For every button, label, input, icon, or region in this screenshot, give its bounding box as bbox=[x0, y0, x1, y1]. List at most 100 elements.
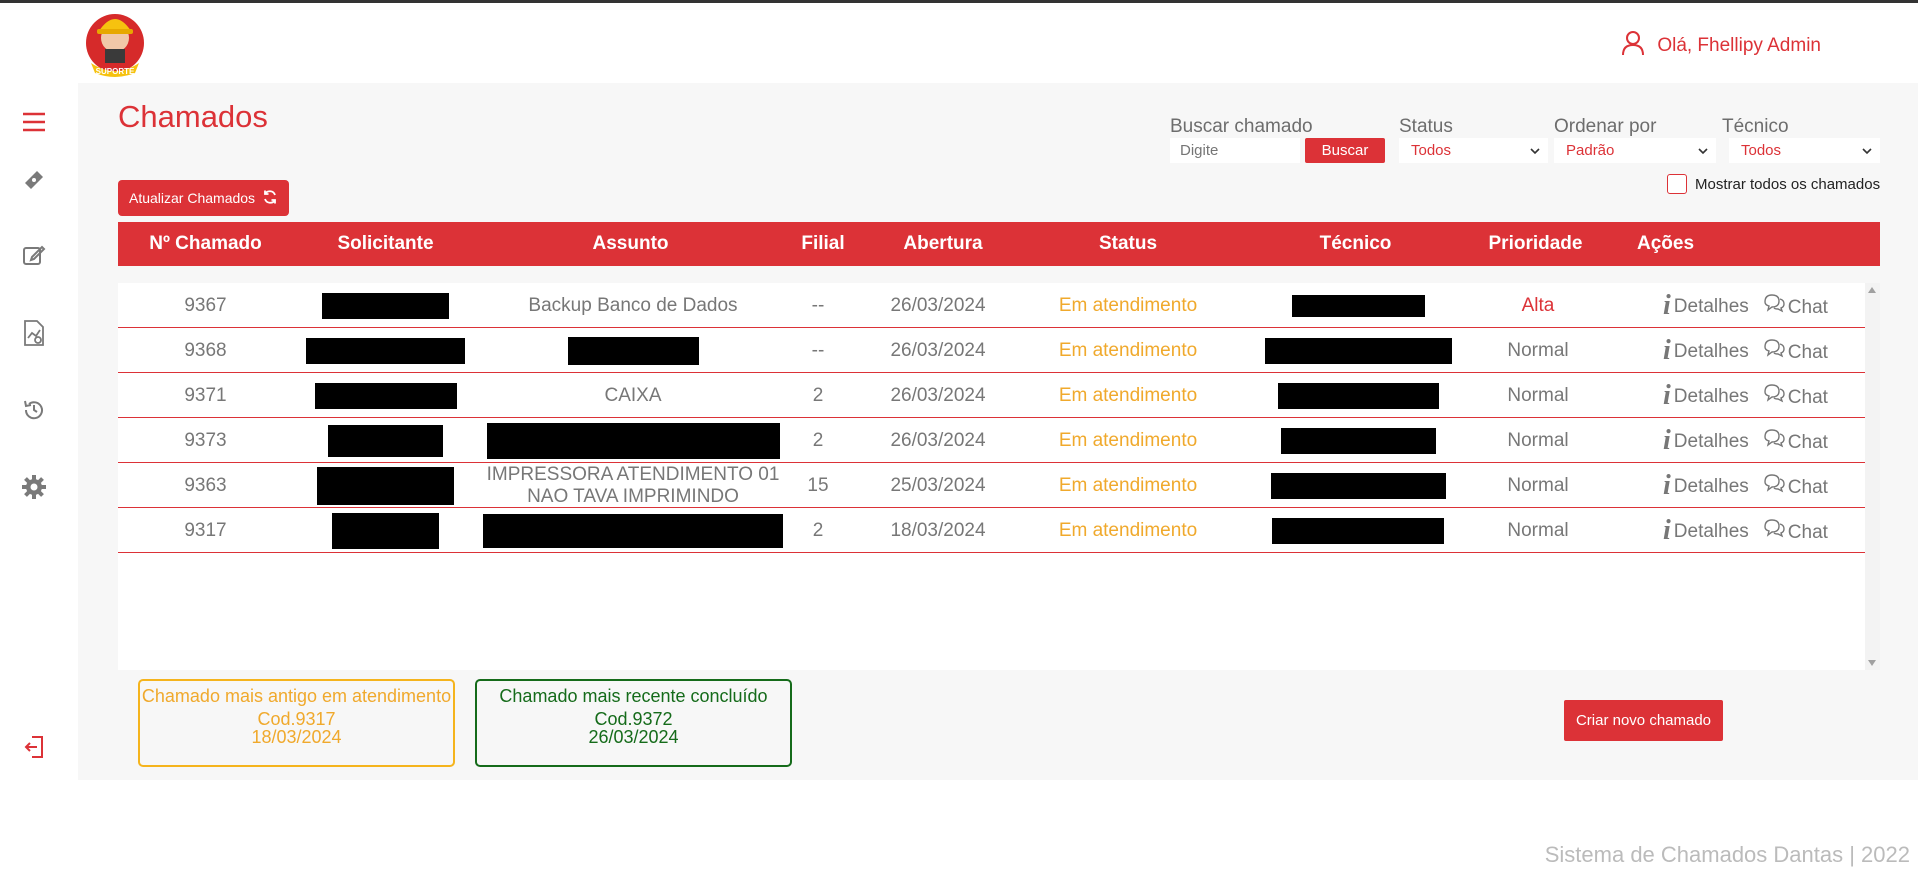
details-button[interactable]: i Detalhes bbox=[1663, 424, 1749, 456]
show-all-toggle[interactable]: Mostrar todos os chamados bbox=[1667, 174, 1880, 194]
row-actions: i Detalhes Chat bbox=[1663, 328, 1828, 373]
table-row[interactable]: 9317 2 18/03/2024 Em atendimento Normal … bbox=[118, 508, 1865, 553]
col-header-subject[interactable]: Assunto bbox=[478, 222, 783, 266]
table-row[interactable]: 9371 CAIXA 2 26/03/2024 Em atendimento N… bbox=[118, 373, 1865, 418]
ticket-status: Em atendimento bbox=[1058, 339, 1198, 361]
user-greeting[interactable]: Olá, Fhellipy Admin bbox=[1621, 30, 1821, 62]
chat-button[interactable]: Chat bbox=[1763, 518, 1828, 544]
recent-card-date: 26/03/2024 bbox=[588, 727, 679, 747]
ticket-subject: Backup Banco de Dados bbox=[528, 294, 738, 316]
oldest-card-date: 18/03/2024 bbox=[251, 727, 342, 747]
details-button[interactable]: i Detalhes bbox=[1663, 334, 1749, 366]
ticket-subject: IMPRESSORA ATENDIMENTO 01 NAO TAVA IMPRI… bbox=[486, 463, 780, 507]
ticket-id: 9371 bbox=[184, 384, 227, 406]
search-input[interactable] bbox=[1170, 138, 1300, 163]
info-icon: i bbox=[1663, 289, 1671, 321]
table-row[interactable]: 9373 2 26/03/2024 Em atendimento Normal … bbox=[118, 418, 1865, 463]
col-header-id[interactable]: Nº Chamado bbox=[118, 222, 293, 266]
row-actions: i Detalhes Chat bbox=[1663, 418, 1828, 463]
chat-button[interactable]: Chat bbox=[1763, 383, 1828, 409]
info-icon: i bbox=[1663, 334, 1671, 366]
ticket-icon[interactable] bbox=[19, 165, 49, 195]
ticket-branch: 2 bbox=[812, 384, 824, 406]
logout-icon[interactable] bbox=[19, 732, 49, 762]
ticket-priority: Normal bbox=[1507, 429, 1569, 451]
main-content: Chamados Atualizar Chamados Buscar chama… bbox=[78, 83, 1918, 780]
gear-icon[interactable] bbox=[19, 472, 49, 502]
details-label: Detalhes bbox=[1673, 295, 1749, 317]
show-all-label: Mostrar todos os chamados bbox=[1695, 175, 1881, 193]
ticket-subject: CAIXA bbox=[604, 384, 662, 406]
ticket-branch: -- bbox=[811, 294, 825, 316]
chat-button[interactable]: Chat bbox=[1763, 428, 1828, 454]
chat-label: Chat bbox=[1787, 341, 1828, 363]
table-row[interactable]: 9363 IMPRESSORA ATENDIMENTO 01 NAO TAVA … bbox=[118, 463, 1865, 508]
col-header-branch[interactable]: Filial bbox=[783, 222, 863, 266]
tech-select-value: Todos bbox=[1741, 142, 1782, 159]
ticket-opened: 25/03/2024 bbox=[890, 474, 986, 496]
chat-button[interactable]: Chat bbox=[1763, 293, 1828, 319]
refresh-icon bbox=[262, 189, 278, 208]
ticket-id: 9373 bbox=[184, 429, 227, 451]
requester-redacted bbox=[293, 283, 478, 328]
ticket-status: Em atendimento bbox=[1058, 519, 1198, 541]
menu-icon[interactable] bbox=[19, 107, 49, 137]
chat-icon bbox=[1763, 428, 1785, 454]
refresh-button[interactable]: Atualizar Chamados bbox=[118, 180, 290, 216]
requester-redacted bbox=[293, 373, 478, 418]
technician-redacted bbox=[1233, 508, 1483, 553]
chat-button[interactable]: Chat bbox=[1763, 473, 1828, 499]
technician-redacted bbox=[1233, 418, 1483, 463]
technician-redacted bbox=[1233, 373, 1483, 418]
col-header-opened[interactable]: Abertura bbox=[863, 222, 1023, 266]
scroll-up-arrow[interactable] bbox=[1868, 287, 1876, 293]
table-scrollbar[interactable] bbox=[1865, 283, 1880, 670]
status-select[interactable]: Todos bbox=[1399, 138, 1548, 163]
history-icon[interactable] bbox=[19, 395, 49, 425]
svg-text:SUPORTE: SUPORTE bbox=[96, 67, 135, 76]
requester-redacted bbox=[293, 418, 478, 463]
report-icon[interactable] bbox=[19, 318, 49, 348]
recent-card-code: Cod.9372 bbox=[594, 709, 673, 729]
tech-label: Técnico bbox=[1722, 116, 1789, 137]
chat-label: Chat bbox=[1787, 476, 1828, 498]
chat-icon bbox=[1763, 383, 1785, 409]
details-button[interactable]: i Detalhes bbox=[1663, 289, 1749, 321]
order-select-value: Padrão bbox=[1566, 142, 1615, 159]
col-header-priority[interactable]: Prioridade bbox=[1478, 222, 1593, 266]
table-header: Nº Chamado Solicitante Assunto Filial Ab… bbox=[118, 222, 1880, 266]
technician-redacted bbox=[1233, 283, 1483, 328]
table-row[interactable]: 9368 -- 26/03/2024 Em atendimento Normal… bbox=[118, 328, 1865, 373]
details-button[interactable]: i Detalhes bbox=[1663, 514, 1749, 546]
oldest-ticket-card[interactable]: Chamado mais antigo em atendimento Cod.9… bbox=[138, 679, 455, 767]
details-button[interactable]: i Detalhes bbox=[1663, 381, 1749, 409]
scroll-down-arrow[interactable] bbox=[1868, 660, 1876, 666]
info-icon: i bbox=[1663, 424, 1671, 456]
col-header-tech[interactable]: Técnico bbox=[1233, 222, 1478, 266]
info-icon: i bbox=[1663, 469, 1671, 501]
row-actions: i Detalhes Chat bbox=[1663, 508, 1828, 553]
tech-select[interactable]: Todos bbox=[1729, 138, 1880, 163]
col-header-requester[interactable]: Solicitante bbox=[293, 222, 478, 266]
row-actions: i Detalhes Chat bbox=[1663, 463, 1828, 508]
edit-icon[interactable] bbox=[19, 240, 49, 270]
mascot-logo-icon[interactable]: SUPORTE bbox=[85, 5, 145, 77]
ticket-status: Em atendimento bbox=[1058, 429, 1198, 451]
oldest-card-code: Cod.9317 bbox=[257, 709, 336, 729]
ticket-status: Em atendimento bbox=[1058, 294, 1198, 316]
status-select-value: Todos bbox=[1411, 142, 1452, 159]
create-ticket-button[interactable]: Criar novo chamado bbox=[1564, 700, 1723, 741]
row-actions: i Detalhes Chat bbox=[1663, 283, 1828, 328]
details-button[interactable]: i Detalhes bbox=[1663, 469, 1749, 501]
chat-button[interactable]: Chat bbox=[1763, 338, 1828, 364]
table-row[interactable]: 9367 Backup Banco de Dados -- 26/03/2024… bbox=[118, 283, 1865, 328]
search-button[interactable]: Buscar bbox=[1305, 138, 1385, 163]
col-header-status[interactable]: Status bbox=[1023, 222, 1233, 266]
recent-ticket-card[interactable]: Chamado mais recente concluído Cod.9372 … bbox=[475, 679, 792, 767]
order-select[interactable]: Padrão bbox=[1554, 138, 1716, 163]
info-icon: i bbox=[1663, 514, 1671, 546]
chevron-down-icon bbox=[1862, 142, 1872, 159]
ticket-id: 9368 bbox=[184, 339, 227, 361]
show-all-checkbox[interactable] bbox=[1667, 174, 1687, 194]
chevron-down-icon bbox=[1698, 142, 1708, 159]
